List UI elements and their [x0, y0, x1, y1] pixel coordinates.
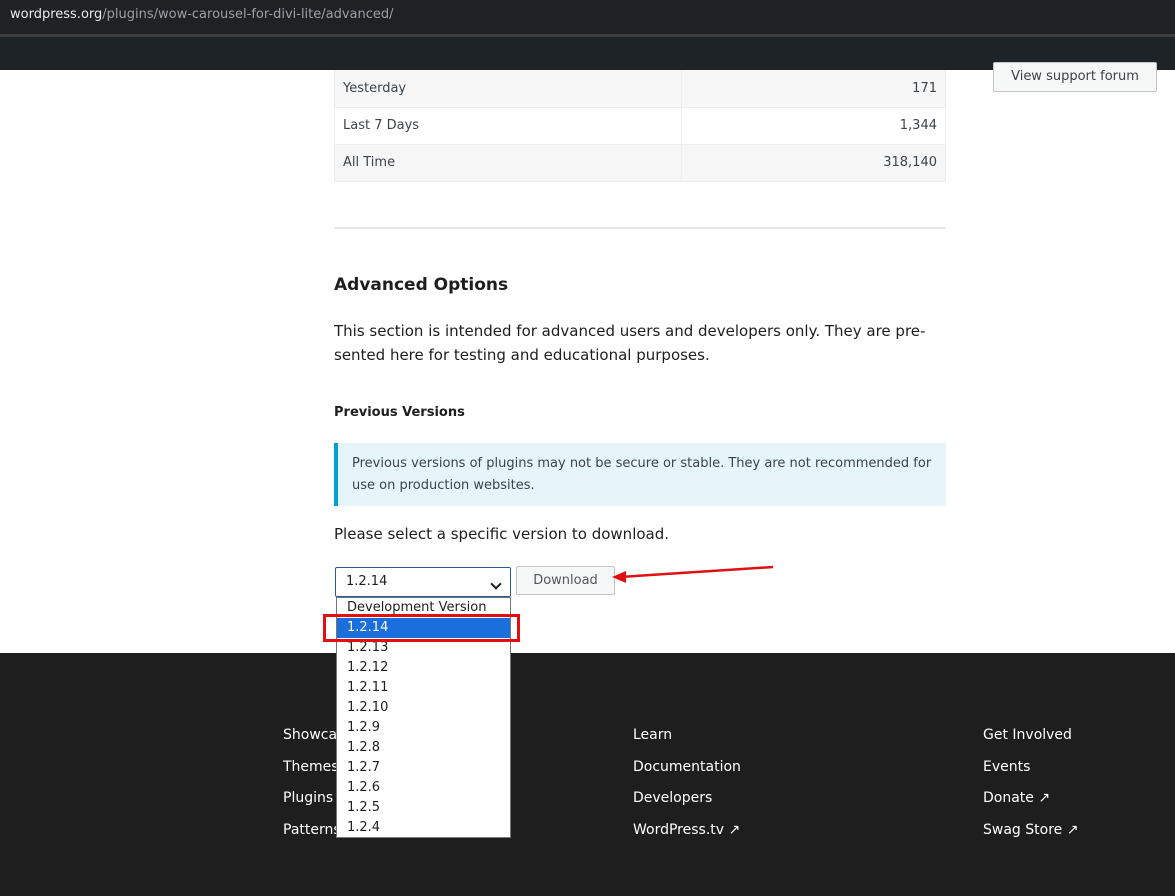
- footer-link[interactable]: Themes: [283, 759, 339, 775]
- footer-link[interactable]: Showca: [283, 727, 337, 743]
- footer-link[interactable]: Plugins: [283, 790, 333, 806]
- footer-link[interactable]: Donate ↗: [983, 790, 1050, 806]
- selected-version: 1.2.14: [346, 574, 388, 589]
- chevron-down-icon: [488, 570, 506, 594]
- stat-label: Yesterday: [333, 70, 683, 108]
- select-version-prompt: Please select a specific version to down…: [334, 525, 670, 543]
- footer-link[interactable]: Documentation: [633, 759, 741, 775]
- view-support-forum-button[interactable]: View support forum: [993, 62, 1157, 92]
- browser-address-bar[interactable]: wordpress.org/plugins/wow-carousel-for-d…: [0, 0, 1175, 34]
- warning-notice: Previous versions of plugins may not be …: [334, 443, 946, 506]
- stat-value: 1,344: [681, 106, 946, 145]
- footer-link[interactable]: Events: [983, 759, 1030, 775]
- footer-link[interactable]: Developers: [633, 790, 712, 806]
- version-option[interactable]: 1.2.9: [337, 718, 510, 738]
- version-option[interactable]: 1.2.7: [337, 758, 510, 778]
- footer-link[interactable]: Learn: [633, 727, 672, 743]
- url-path: /plugins/wow-carousel-for-divi-lite/adva…: [102, 7, 394, 22]
- stat-label: Last 7 Days: [333, 106, 683, 145]
- stat-value: 171: [681, 70, 946, 108]
- version-option[interactable]: 1.2.12: [337, 658, 510, 678]
- version-option[interactable]: 1.2.6: [337, 778, 510, 798]
- version-option[interactable]: 1.2.8: [337, 738, 510, 758]
- version-option[interactable]: 1.2.10: [337, 698, 510, 718]
- footer-link[interactable]: Swag Store ↗: [983, 822, 1078, 838]
- version-option[interactable]: 1.2.5: [337, 798, 510, 818]
- footer-link[interactable]: Patterns: [283, 822, 341, 838]
- url-host: wordpress.org: [10, 7, 103, 22]
- annotation-highlight-box: [323, 614, 520, 642]
- table-row: Last 7 Days 1,344: [333, 106, 946, 145]
- download-stats-table: Yesterday 171 Last 7 Days 1,344 All Time…: [333, 70, 946, 182]
- table-row: All Time 318,140: [333, 143, 946, 182]
- version-option[interactable]: 1.2.4: [337, 818, 510, 838]
- table-row: Yesterday 171: [333, 70, 946, 108]
- download-button[interactable]: Download: [516, 566, 615, 595]
- section-divider: [334, 227, 946, 229]
- stat-label: All Time: [333, 143, 683, 182]
- version-option[interactable]: 1.2.11: [337, 678, 510, 698]
- site-footer: Showca Themes Plugins Patterns Learn Doc…: [0, 653, 1175, 896]
- annotation-arrow-icon: [612, 565, 774, 583]
- footer-link[interactable]: WordPress.tv ↗: [633, 822, 740, 838]
- stat-value: 318,140: [681, 143, 946, 182]
- footer-link[interactable]: Get Involved: [983, 727, 1072, 743]
- version-select[interactable]: 1.2.14: [335, 567, 511, 597]
- advanced-options-description: This section is intended for advanced us…: [334, 322, 926, 364]
- advanced-options-title: Advanced Options: [334, 275, 509, 295]
- previous-versions-title: Previous Versions: [334, 405, 465, 420]
- url-text[interactable]: wordpress.org/plugins/wow-carousel-for-d…: [10, 7, 394, 22]
